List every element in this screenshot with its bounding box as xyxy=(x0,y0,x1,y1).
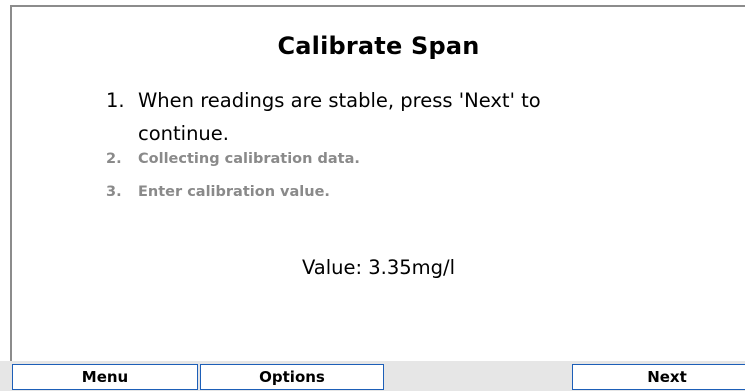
calibration-screen: Calibrate Span 1. When readings are stab… xyxy=(0,0,745,391)
step-2-number: 2. xyxy=(106,151,122,167)
step-1-text: When readings are stable, press 'Next' t… xyxy=(138,89,541,145)
next-button[interactable]: Next xyxy=(572,364,745,390)
step-2: 2. Collecting calibration data. xyxy=(106,151,626,167)
step-3: 3. Enter calibration value. xyxy=(106,184,626,200)
step-1-number: 1. xyxy=(106,89,125,112)
value-readout: Value: 3.35mg/l xyxy=(301,256,456,279)
step-2-text: Collecting calibration data. xyxy=(138,151,360,167)
menu-button[interactable]: Menu xyxy=(12,364,198,390)
step-3-text: Enter calibration value. xyxy=(138,184,330,200)
page-title: Calibrate Span xyxy=(277,32,480,60)
step-1: 1. When readings are stable, press 'Next… xyxy=(106,84,626,150)
options-button[interactable]: Options xyxy=(200,364,384,390)
softkey-bar: Menu Options Next xyxy=(0,361,745,391)
step-3-number: 3. xyxy=(106,184,122,200)
